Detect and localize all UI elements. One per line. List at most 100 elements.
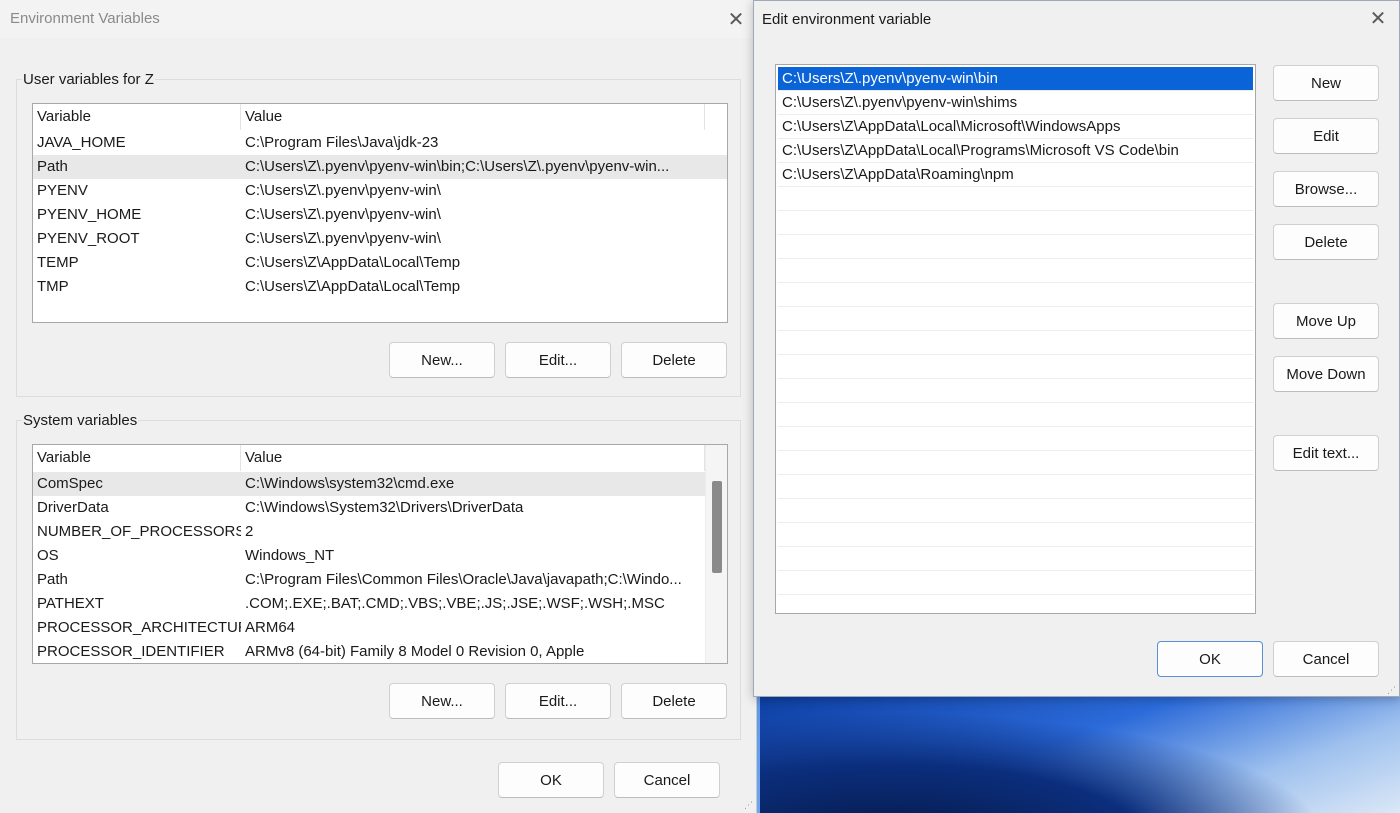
table-row[interactable]: PYENV_HOME C:\Users\Z\.pyenv\pyenv-win\	[33, 203, 727, 227]
edit-ok-button[interactable]: OK	[1157, 641, 1263, 677]
path-entry[interactable]: C:\Users\Z\AppData\Roaming\npm	[778, 163, 1253, 187]
close-icon[interactable]: ✕	[1366, 6, 1390, 30]
path-entry[interactable]: C:\Users\Z\AppData\Local\Programs\Micros…	[778, 139, 1253, 163]
table-row[interactable]: Path C:\Program Files\Common Files\Oracle…	[33, 568, 727, 592]
variable-value-cell: C:\Windows\System32\Drivers\DriverData	[245, 499, 524, 516]
table-row[interactable]: ComSpec C:\Windows\system32\cmd.exe	[33, 472, 727, 496]
variable-name-cell: Path	[37, 571, 68, 588]
variable-name-cell: PYENV	[37, 182, 88, 199]
column-header-value[interactable]: Value	[241, 104, 705, 130]
empty-path-row[interactable]	[778, 547, 1253, 571]
empty-path-row[interactable]	[778, 451, 1253, 475]
table-row[interactable]: Path C:\Users\Z\.pyenv\pyenv-win\bin;C:\U…	[33, 155, 727, 179]
variable-value-cell: C:\Users\Z\AppData\Local\Temp	[245, 278, 461, 295]
empty-path-row[interactable]	[778, 499, 1253, 523]
empty-path-row[interactable]	[778, 283, 1253, 307]
empty-path-row[interactable]	[778, 475, 1253, 499]
edit-window-title: Edit environment variable	[762, 11, 932, 28]
variable-name-cell: DriverData	[37, 499, 109, 516]
system-new-button[interactable]: New...	[389, 683, 495, 719]
move-down-button[interactable]: Move Down	[1273, 356, 1379, 392]
column-header-value[interactable]: Value	[241, 445, 705, 471]
column-header-variable[interactable]: Variable	[33, 445, 241, 471]
path-entry[interactable]: C:\Users\Z\AppData\Local\Microsoft\Windo…	[778, 115, 1253, 139]
system-delete-button[interactable]: Delete	[621, 683, 727, 719]
system-edit-button[interactable]: Edit...	[505, 683, 611, 719]
path-browse-button[interactable]: Browse...	[1273, 171, 1379, 207]
column-header-variable[interactable]: Variable	[33, 104, 241, 130]
table-row[interactable]: OS Windows_NT	[33, 544, 727, 568]
close-icon[interactable]: ✕	[724, 7, 748, 31]
env-cancel-button[interactable]: Cancel	[614, 762, 720, 798]
path-new-button[interactable]: New	[1273, 65, 1379, 101]
table-row[interactable]: TMP C:\Users\Z\AppData\Local\Temp	[33, 275, 727, 299]
variable-name-cell: JAVA_HOME	[37, 134, 126, 151]
edit-cancel-button[interactable]: Cancel	[1273, 641, 1379, 677]
table-row[interactable]: PROCESSOR_ARCHITECTURE ARM64	[33, 616, 727, 640]
scrollbar-thumb[interactable]	[712, 481, 722, 573]
environment-variables-window: Environment Variables ✕ User variables f…	[0, 0, 757, 813]
resize-grip-icon[interactable]: ⋰	[744, 800, 754, 810]
table-row[interactable]: PROCESSOR_IDENTIFIER ARMv8 (64-bit) Famil…	[33, 640, 727, 663]
table-row[interactable]: PYENV C:\Users\Z\.pyenv\pyenv-win\	[33, 179, 727, 203]
table-row[interactable]: TEMP C:\Users\Z\AppData\Local\Temp	[33, 251, 727, 275]
table-row[interactable]: PYENV_ROOT C:\Users\Z\.pyenv\pyenv-win\	[33, 227, 727, 251]
user-variables-list[interactable]: Variable Value JAVA_HOME C:\Program Files…	[32, 103, 728, 323]
empty-path-row[interactable]	[778, 379, 1253, 403]
empty-path-row[interactable]	[778, 355, 1253, 379]
user-list-header: Variable Value	[33, 104, 727, 130]
path-edit-button[interactable]: Edit	[1273, 118, 1379, 154]
system-variables-list[interactable]: Variable Value ComSpec C:\Windows\system3…	[32, 444, 728, 664]
table-row[interactable]: JAVA_HOME C:\Program Files\Java\jdk-23	[33, 131, 727, 155]
system-rows: ComSpec C:\Windows\system32\cmd.exe Driver…	[33, 472, 727, 663]
env-ok-button[interactable]: OK	[498, 762, 604, 798]
path-entry[interactable]: C:\Users\Z\.pyenv\pyenv-win\bin	[778, 67, 1253, 91]
empty-path-row[interactable]	[778, 595, 1253, 613]
empty-path-row[interactable]	[778, 259, 1253, 283]
table-row[interactable]: PATHEXT .COM;.EXE;.BAT;.CMD;.VBS;.VBE;.JS…	[33, 592, 727, 616]
user-edit-button[interactable]: Edit...	[505, 342, 611, 378]
variable-name-cell: TEMP	[37, 254, 79, 271]
edit-text-button[interactable]: Edit text...	[1273, 435, 1379, 471]
env-titlebar: Environment Variables ✕	[0, 0, 757, 38]
table-row[interactable]: NUMBER_OF_PROCESSORS 2	[33, 520, 727, 544]
variable-name-cell: PYENV_ROOT	[37, 230, 140, 247]
variable-value-cell: C:\Windows\system32\cmd.exe	[245, 475, 455, 492]
variable-name-cell: OS	[37, 547, 59, 564]
variable-value-cell: C:\Users\Z\.pyenv\pyenv-win\	[245, 230, 441, 247]
variable-value-cell: C:\Users\Z\.pyenv\pyenv-win\	[245, 206, 441, 223]
user-new-button[interactable]: New...	[389, 342, 495, 378]
variable-name-cell: Path	[37, 158, 68, 175]
wallpaper-swirl	[760, 690, 1400, 813]
variable-value-cell: 2	[245, 523, 254, 540]
path-delete-button[interactable]: Delete	[1273, 224, 1379, 260]
user-delete-button[interactable]: Delete	[621, 342, 727, 378]
table-row[interactable]: DriverData C:\Windows\System32\Drivers\Dr…	[33, 496, 727, 520]
variable-name-cell: PATHEXT	[37, 595, 104, 612]
env-window-title: Environment Variables	[10, 10, 160, 27]
user-variables-label: User variables for Z	[22, 71, 155, 88]
variable-value-cell: C:\Program Files\Common Files\Oracle\Jav…	[245, 571, 682, 588]
variable-name-cell: ComSpec	[37, 475, 103, 492]
empty-path-row[interactable]	[778, 403, 1253, 427]
empty-path-row[interactable]	[778, 235, 1253, 259]
empty-path-row[interactable]	[778, 307, 1253, 331]
variable-value-cell: C:\Users\Z\AppData\Local\Temp	[245, 254, 461, 271]
system-list-header: Variable Value	[33, 445, 727, 471]
empty-path-row[interactable]	[778, 187, 1253, 211]
variable-value-cell: Windows_NT	[245, 547, 335, 564]
variable-name-cell: NUMBER_OF_PROCESSORS	[37, 523, 241, 540]
empty-path-row[interactable]	[778, 331, 1253, 355]
empty-path-row[interactable]	[778, 523, 1253, 547]
move-up-button[interactable]: Move Up	[1273, 303, 1379, 339]
system-list-scrollbar[interactable]	[705, 445, 727, 663]
path-entries-list[interactable]: C:\Users\Z\.pyenv\pyenv-win\bin C:\Users\…	[775, 64, 1256, 614]
variable-name-cell: PYENV_HOME	[37, 206, 142, 223]
path-entry[interactable]: C:\Users\Z\.pyenv\pyenv-win\shims	[778, 91, 1253, 115]
empty-path-row[interactable]	[778, 211, 1253, 235]
variable-value-cell: ARMv8 (64-bit) Family 8 Model 0 Revision…	[245, 643, 585, 660]
empty-path-row[interactable]	[778, 571, 1253, 595]
empty-path-row[interactable]	[778, 427, 1253, 451]
resize-grip-icon[interactable]: ⋰	[1387, 685, 1397, 695]
variable-value-cell: ARM64	[245, 619, 296, 636]
